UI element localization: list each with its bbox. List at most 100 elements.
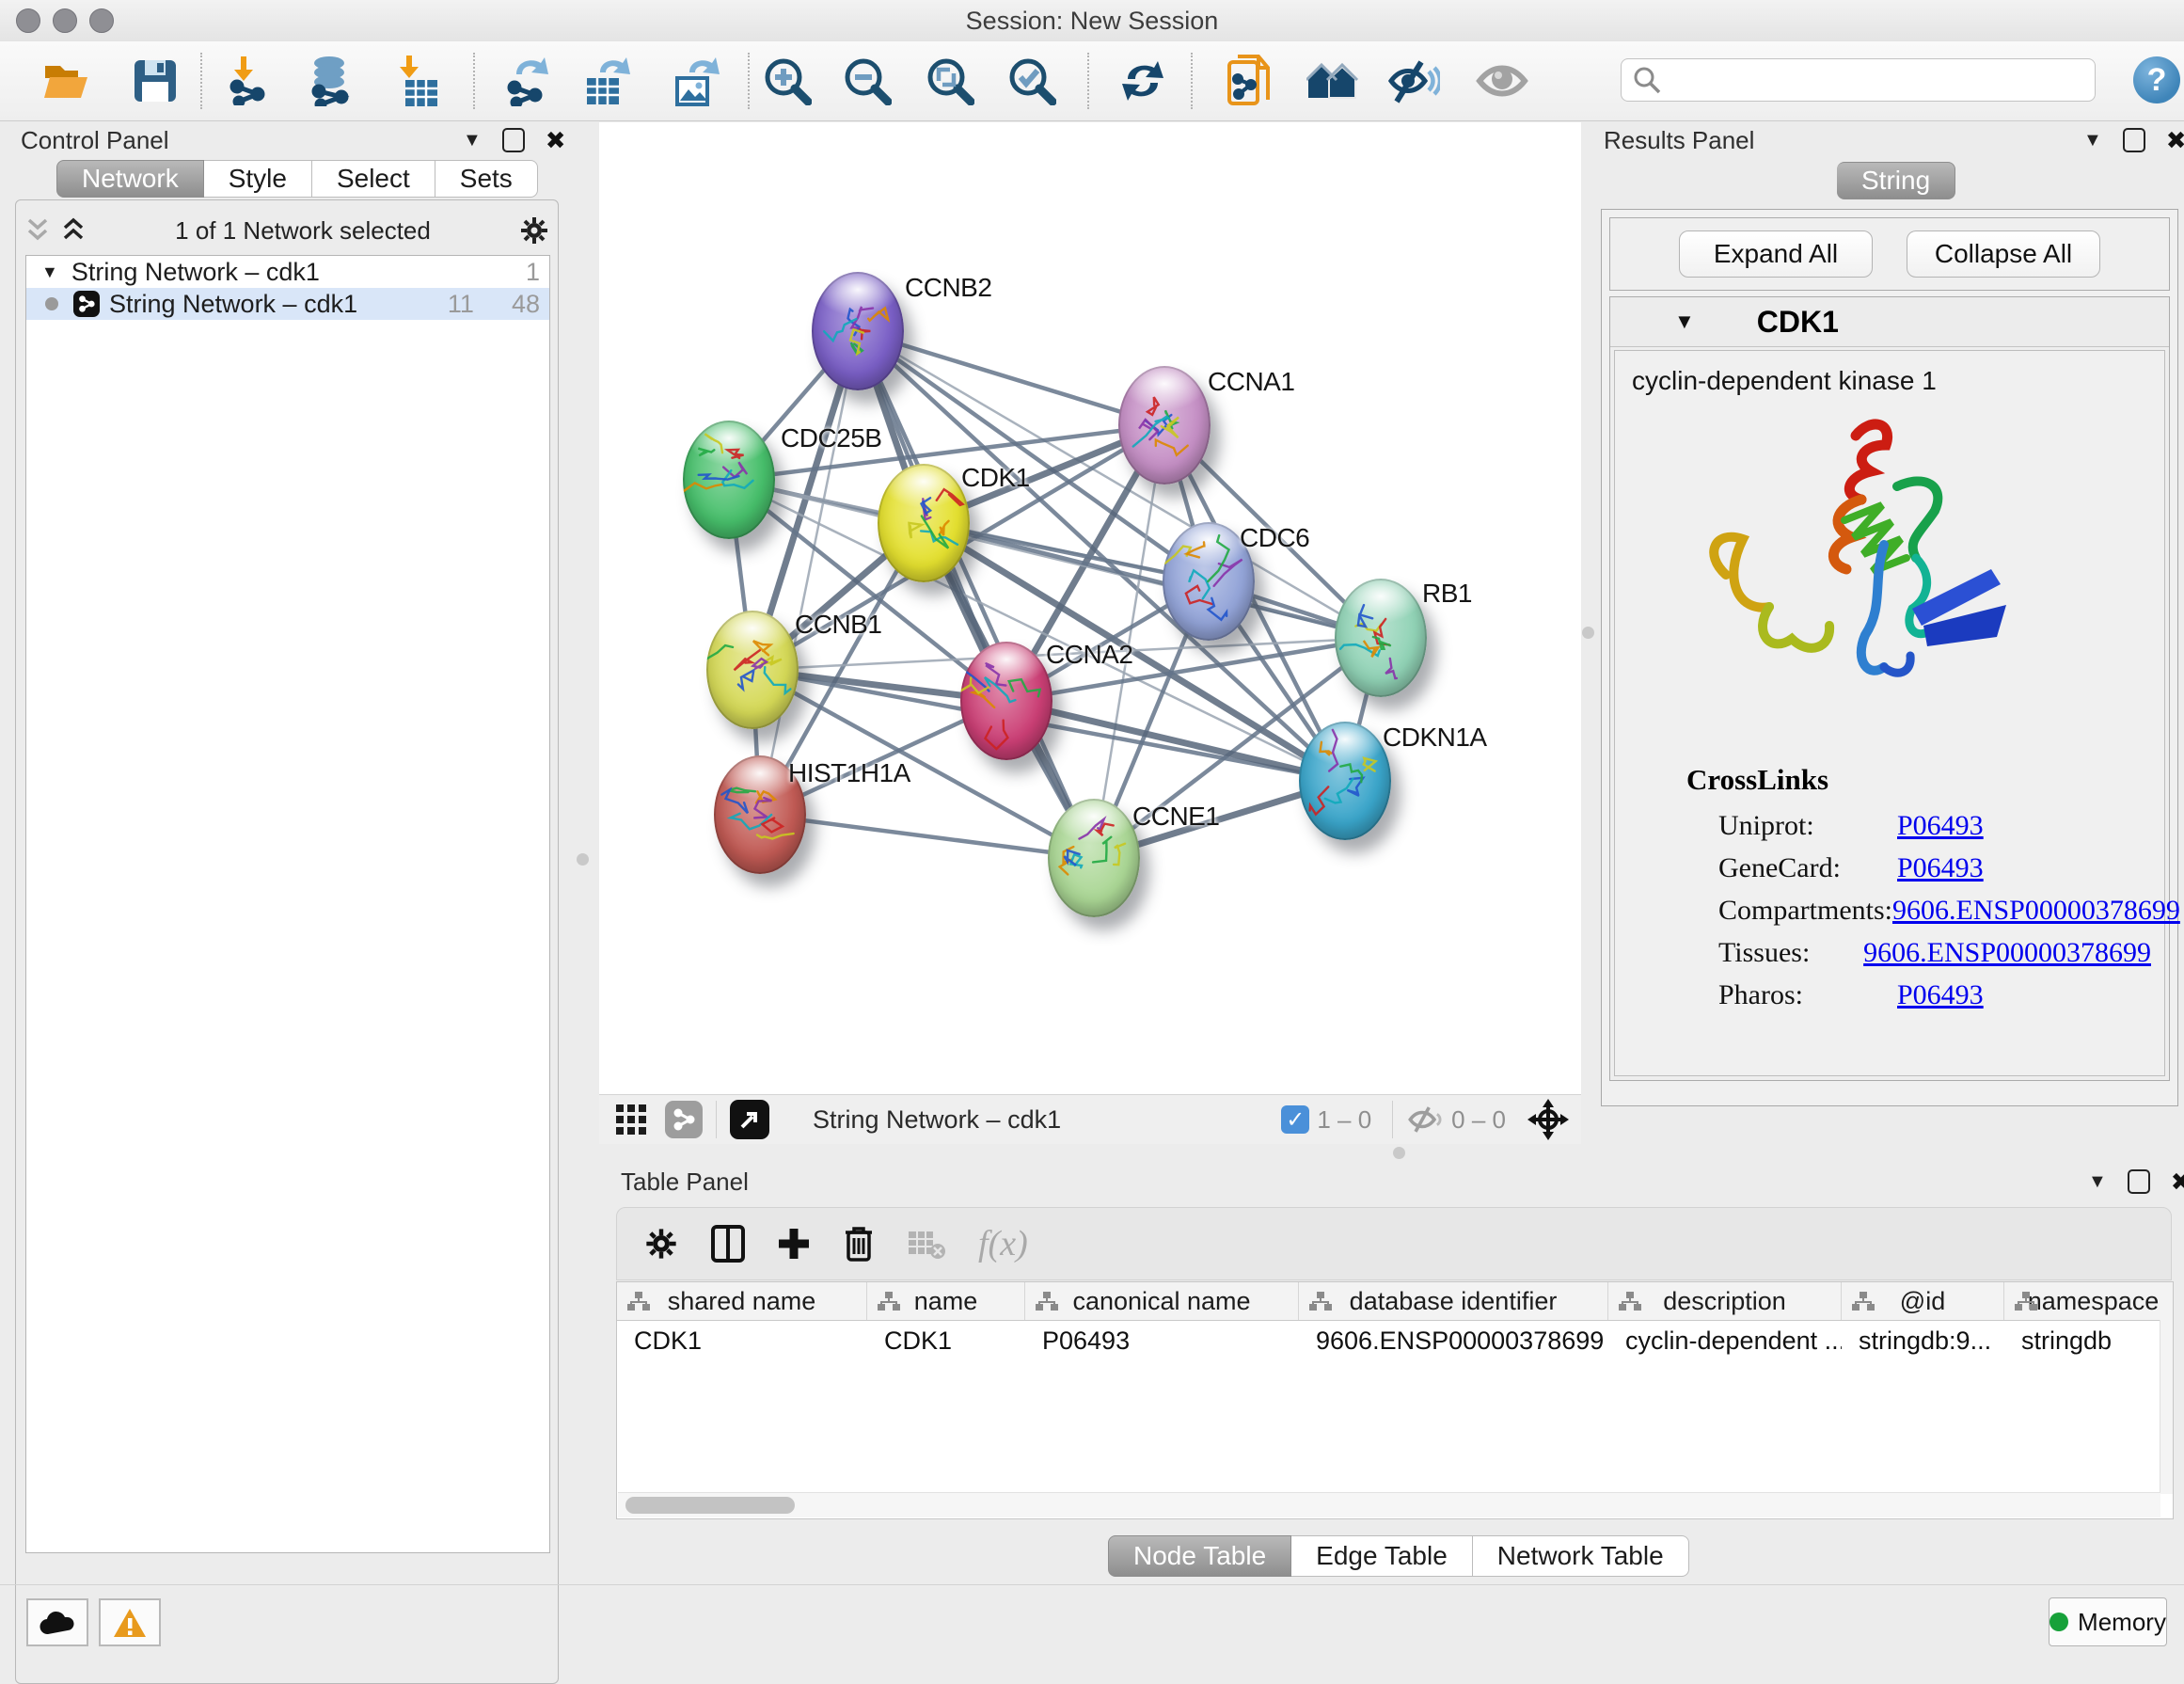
- panel-float-icon[interactable]: [2128, 1169, 2150, 1194]
- cdk1-entry: ▼ CDK1 cyclin-dependent kinase 1: [1609, 296, 2170, 1081]
- expand-all-button[interactable]: Expand All: [1679, 230, 1873, 278]
- panel-float-icon[interactable]: [2123, 128, 2145, 152]
- crosslink-link[interactable]: 9606.ENSP00000378699: [1892, 895, 2180, 927]
- network-edge[interactable]: [1006, 701, 1345, 781]
- table-gear-icon[interactable]: [643, 1226, 679, 1262]
- table-vertical-scrollbar[interactable]: [2160, 1320, 2173, 1494]
- node-label-cdc25b: CDC25B: [781, 423, 881, 453]
- column-header-@id[interactable]: @id: [1842, 1282, 2004, 1320]
- zoom-fit-icon[interactable]: [924, 55, 976, 107]
- panel-menu-icon[interactable]: ▼: [463, 130, 482, 151]
- tab-network[interactable]: Network: [56, 160, 204, 198]
- memory-button[interactable]: Memory: [2049, 1597, 2167, 1646]
- help-button[interactable]: ?: [2133, 56, 2180, 103]
- zoom-out-icon[interactable]: [841, 55, 894, 107]
- network-node-ccnb1[interactable]: [706, 611, 799, 729]
- open-file-icon[interactable]: [40, 55, 93, 107]
- select-columns-icon[interactable]: [711, 1225, 745, 1263]
- warning-button[interactable]: [99, 1598, 161, 1646]
- network-collection-row[interactable]: ▼ String Network – cdk1 1: [26, 256, 549, 288]
- network-edge[interactable]: [760, 815, 1094, 858]
- column-header-database-identifier[interactable]: database identifier: [1299, 1282, 1608, 1320]
- splitter-handle[interactable]: [1582, 627, 1594, 639]
- splitter-handle[interactable]: [1393, 1147, 1405, 1159]
- table-horizontal-scrollbar[interactable]: [618, 1492, 2160, 1517]
- scrollbar-thumb[interactable]: [625, 1497, 795, 1514]
- network-row[interactable]: String Network – cdk1 11 48: [26, 288, 549, 320]
- selected-checkbox-icon[interactable]: ✓: [1281, 1105, 1309, 1134]
- tab-edge-table[interactable]: Edge Table: [1291, 1535, 1473, 1577]
- tab-sets[interactable]: Sets: [435, 160, 538, 198]
- tree-expander-icon[interactable]: ▼: [41, 262, 58, 282]
- show-eye-icon[interactable]: [1476, 55, 1528, 107]
- splitter-handle[interactable]: [577, 853, 589, 866]
- import-network-icon[interactable]: [223, 55, 276, 107]
- grid-view-icon[interactable]: [614, 1103, 648, 1136]
- tab-string[interactable]: String: [1837, 162, 1955, 199]
- export-image-icon[interactable]: [670, 55, 722, 107]
- column-header-canonical-name[interactable]: canonical name: [1025, 1282, 1299, 1320]
- crosslink-row: Compartments:9606.ENSP00000378699: [1718, 889, 2151, 931]
- network-node-cdkn1a[interactable]: [1299, 722, 1391, 840]
- column-header-description[interactable]: description: [1608, 1282, 1842, 1320]
- entry-collapse-icon[interactable]: ▼: [1674, 310, 1695, 334]
- export-network-icon[interactable]: [500, 55, 553, 107]
- zoom-selected-icon[interactable]: [1005, 55, 1058, 107]
- collapse-all-icon[interactable]: [24, 217, 52, 244]
- export-table-icon[interactable]: [580, 55, 633, 107]
- network-node-ccna2[interactable]: [960, 642, 1052, 760]
- cdk1-entry-header[interactable]: ▼ CDK1: [1610, 297, 2169, 347]
- crosslink-link[interactable]: P06493: [1897, 979, 1984, 1011]
- expand-all-icon[interactable]: [59, 217, 87, 244]
- delete-column-icon[interactable]: [843, 1225, 875, 1263]
- network-share-icon[interactable]: [665, 1101, 703, 1138]
- zoom-in-icon[interactable]: [761, 55, 814, 107]
- panel-close-icon[interactable]: ✖: [2166, 131, 2184, 150]
- network-view-canvas[interactable]: CCNB2CCNA1CDC25BCDK1CDC6RB1CCNB1CCNA2CDK…: [599, 122, 1581, 1094]
- gear-icon[interactable]: [518, 214, 550, 246]
- node-count: 11: [448, 290, 474, 319]
- search-field[interactable]: [1621, 58, 2096, 102]
- hide-selection-eye-slash-icon[interactable]: [1387, 55, 1440, 107]
- tab-node-table[interactable]: Node Table: [1108, 1535, 1291, 1577]
- delete-table-icon: [907, 1228, 946, 1260]
- tab-select[interactable]: Select: [312, 160, 435, 198]
- home-icon[interactable]: [1306, 55, 1359, 107]
- panel-close-icon[interactable]: ✖: [2171, 1172, 2184, 1191]
- tab-network-table[interactable]: Network Table: [1473, 1535, 1689, 1577]
- panel-close-icon[interactable]: ✖: [546, 131, 566, 150]
- crosslink-link[interactable]: P06493: [1897, 852, 1984, 884]
- search-input[interactable]: [1670, 65, 2069, 96]
- import-network-database-icon[interactable]: [303, 55, 356, 107]
- crosslink-link[interactable]: 9606.ENSP00000378699: [1863, 937, 2151, 969]
- cloud-button[interactable]: [26, 1598, 88, 1646]
- column-header-shared-name[interactable]: shared name: [617, 1282, 867, 1320]
- import-table-icon[interactable]: [392, 55, 445, 107]
- crosslink-link[interactable]: P06493: [1897, 810, 1984, 842]
- fit-content-crosshair-icon[interactable]: [1527, 1098, 1570, 1141]
- memory-status-dot: [2049, 1613, 2068, 1631]
- network-node-ccna1[interactable]: [1118, 366, 1211, 485]
- add-column-icon[interactable]: [777, 1227, 811, 1261]
- open-in-string-icon[interactable]: [1223, 55, 1275, 107]
- network-edge[interactable]: [858, 331, 1164, 425]
- network-node-ccnb2[interactable]: [812, 272, 904, 390]
- panel-menu-icon[interactable]: ▼: [2088, 1171, 2107, 1193]
- panel-menu-icon[interactable]: ▼: [2083, 130, 2102, 151]
- table-row[interactable]: CDK1CDK1P064939606.ENSP00000378699cyclin…: [617, 1321, 2173, 1360]
- network-node-cdc25b[interactable]: [683, 421, 775, 539]
- network-label: String Network – cdk1: [109, 290, 448, 319]
- column-header-name[interactable]: name: [867, 1282, 1025, 1320]
- collapse-all-button[interactable]: Collapse All: [1907, 230, 2100, 278]
- refresh-icon[interactable]: [1116, 55, 1169, 107]
- network-node-ccne1[interactable]: [1048, 799, 1140, 917]
- network-node-cdk1[interactable]: [878, 464, 970, 582]
- panel-float-icon[interactable]: [502, 128, 525, 152]
- column-header-namespace[interactable]: namespace: [2004, 1282, 2174, 1320]
- node-label-ccna2: CCNA2: [1046, 640, 1132, 670]
- tab-style[interactable]: Style: [204, 160, 312, 198]
- open-external-icon[interactable]: [730, 1100, 769, 1139]
- node-label-hist1h1a: HIST1H1A: [788, 758, 910, 788]
- network-node-rb1[interactable]: [1335, 579, 1427, 697]
- save-session-icon[interactable]: [129, 55, 182, 107]
